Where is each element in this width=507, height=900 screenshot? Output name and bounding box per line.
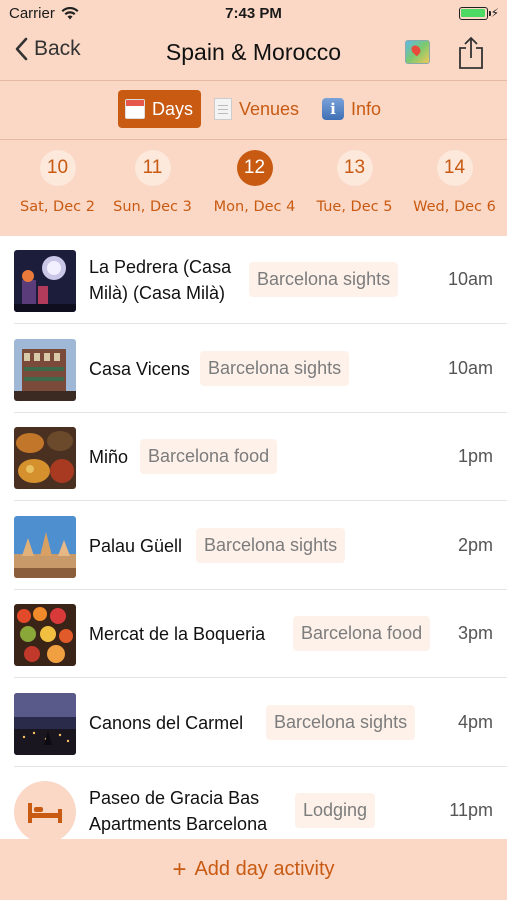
list-item[interactable]: Mercat de la Boqueria Barcelona food 3pm [0, 590, 507, 678]
activity-time: 11pm [449, 800, 493, 820]
back-button[interactable]: Back [14, 37, 81, 61]
calendar-icon [125, 99, 145, 119]
day-number: 12 [236, 150, 273, 186]
nav-divider [0, 80, 507, 81]
activity-time: 10am [447, 269, 493, 289]
day-item[interactable]: 10 Sat, Dec 2 [7, 150, 108, 215]
thumbnail-image [14, 339, 76, 401]
tab-info[interactable]: i Info [322, 90, 381, 128]
list-item[interactable]: Miño Barcelona food 1pm [0, 413, 507, 501]
day-number: 10 [39, 150, 76, 186]
day-label: Mon, Dec 4 [213, 199, 296, 215]
list-item[interactable]: La Pedrera (Casa Milà) (Casa Milà) Barce… [0, 236, 507, 324]
back-label: Back [34, 37, 81, 60]
add-day-activity-label: Add day activity [194, 858, 335, 880]
day-item[interactable]: 11 Sun, Dec 3 [102, 150, 203, 215]
activity-name: Mercat de la Boqueria [89, 624, 266, 644]
charging-icon: ⚡ [490, 6, 499, 20]
activity-name: Miño [89, 447, 129, 467]
navigation-bar: Back Spain & Morocco [0, 28, 507, 78]
category-tag: Barcelona sights [249, 262, 399, 297]
share-icon[interactable] [457, 36, 485, 70]
list-item[interactable]: Palau Güell Barcelona sights 2pm [0, 502, 507, 590]
battery-icon [458, 6, 491, 20]
battery-indicator: ⚡ [458, 6, 499, 20]
day-strip: 10 Sat, Dec 2 11 Sun, Dec 3 12 Mon, Dec … [0, 150, 507, 230]
chevron-left-icon [15, 37, 28, 61]
thumbnail-image [14, 516, 76, 578]
list-item[interactable]: Canons del Carmel Barcelona sights 4pm [0, 679, 507, 767]
tab-days-label: Days [152, 98, 194, 119]
activity-time: 3pm [457, 623, 493, 643]
thumbnail-image [14, 604, 76, 666]
activity-name: Paseo de Gracia Bas Apartments Barcelona [89, 788, 268, 834]
row-divider [14, 323, 507, 324]
category-tag: Barcelona sights [196, 528, 346, 563]
category-tag: Barcelona food [140, 439, 278, 474]
bed-icon [14, 781, 76, 843]
plus-icon: + [172, 855, 187, 883]
tab-days[interactable]: Days [118, 90, 201, 128]
status-bar: Carrier 7:43 PM ⚡ [0, 0, 507, 28]
activity-name: Canons del Carmel [89, 713, 244, 733]
thumbnail-image [14, 427, 76, 489]
day-number: 11 [134, 150, 171, 186]
day-label: Sat, Dec 2 [20, 199, 95, 215]
day-number: 13 [336, 150, 373, 186]
segment-divider [0, 139, 507, 140]
activity-name: Casa Vicens [89, 359, 190, 379]
activity-time: 4pm [457, 712, 493, 732]
day-item[interactable]: 13 Tue, Dec 5 [304, 150, 405, 215]
tab-info-label: Info [351, 98, 382, 119]
tab-venues-label: Venues [239, 98, 300, 119]
add-day-activity-button[interactable]: + Add day activity [0, 839, 507, 900]
category-tag: Barcelona sights [266, 705, 416, 740]
day-label: Wed, Dec 6 [413, 199, 496, 215]
thumbnail-image [14, 250, 76, 312]
row-divider [14, 677, 507, 678]
segment-control: Days Venues i Info [0, 90, 507, 130]
day-item-selected[interactable]: 12 Mon, Dec 4 [204, 150, 305, 215]
activity-name: La Pedrera (Casa Milà) (Casa Milà) [89, 257, 232, 303]
category-tag: Lodging [295, 793, 376, 828]
activity-time: 1pm [457, 446, 493, 466]
category-tag: Barcelona food [293, 616, 431, 651]
list-item[interactable]: Casa Vicens Barcelona sights 10am [0, 325, 507, 413]
day-label: Tue, Dec 5 [316, 199, 393, 215]
activity-name: Palau Güell [89, 536, 183, 556]
category-tag: Barcelona sights [200, 351, 350, 386]
day-item[interactable]: 14 Wed, Dec 6 [404, 150, 505, 215]
day-number: 14 [436, 150, 473, 186]
activity-time: 2pm [457, 535, 493, 555]
clock: 7:43 PM [225, 5, 282, 22]
day-label: Sun, Dec 3 [113, 199, 192, 215]
row-divider [14, 500, 507, 501]
activity-time: 10am [447, 358, 493, 378]
info-icon: i [322, 98, 344, 120]
tab-venues[interactable]: Venues [214, 90, 299, 128]
map-icon[interactable] [405, 40, 430, 64]
thumbnail-image [14, 693, 76, 755]
document-icon [214, 98, 232, 120]
